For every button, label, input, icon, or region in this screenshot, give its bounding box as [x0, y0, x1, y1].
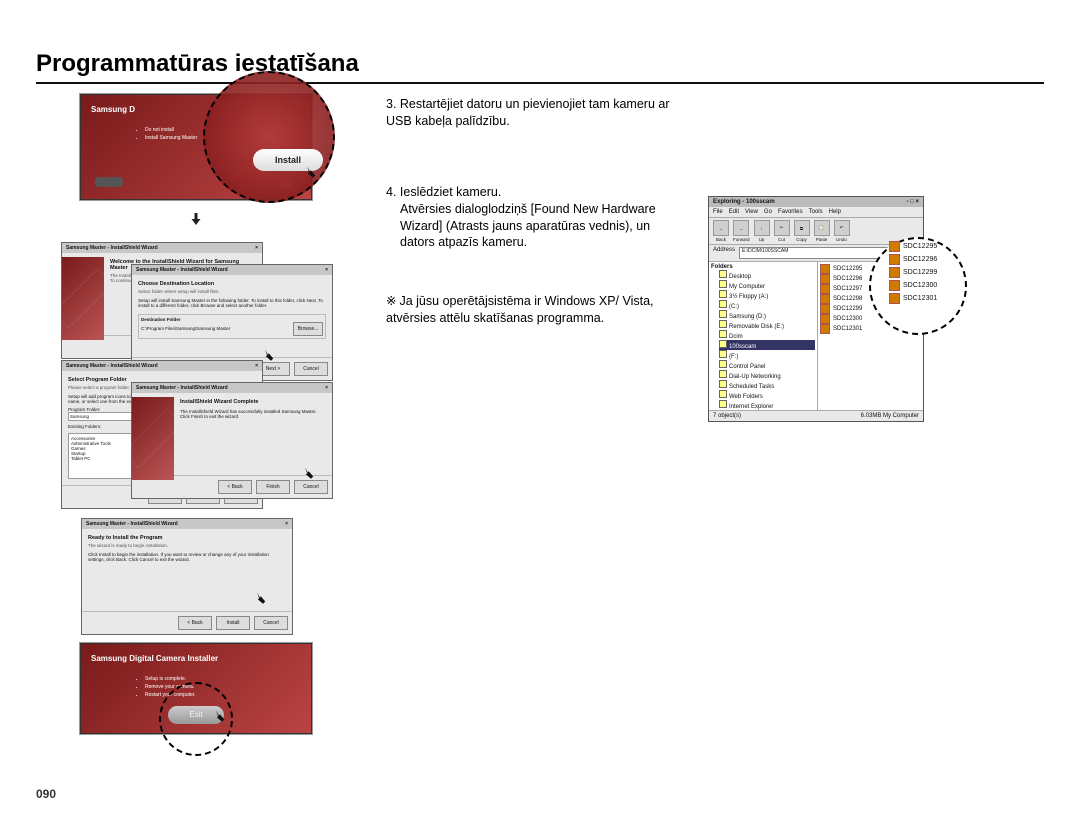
installer-option: Install Samsung Master: [145, 134, 197, 142]
installer-option: Do not install: [145, 126, 197, 134]
magnify-circle: SDC12295 SDC12296 SDC12299 SDC12300 SDC12301: [869, 237, 967, 335]
installer-brand: Samsung D: [91, 105, 135, 114]
tree-item[interactable]: (F:): [719, 350, 815, 360]
cursor-icon: [210, 709, 228, 727]
dest-folder-path: C:\Program Files\Samsung\Samsung Master: [141, 326, 230, 331]
dialog-body-text: The InstallShield Wizard has successfull…: [180, 409, 326, 419]
tree-item[interactable]: Web Folders: [719, 390, 815, 400]
cursor-icon: [251, 591, 269, 609]
screenshot-pair-folder-complete: Samsung Master - InstallShield Wizard × S…: [61, 360, 331, 476]
file-item-zoom: SDC12299: [889, 267, 965, 278]
browse-button[interactable]: Browse...: [293, 322, 323, 336]
toolbar-back-icon[interactable]: ←Back: [713, 220, 729, 242]
cursor-icon: [299, 466, 317, 484]
tree-item[interactable]: Samsung (D:): [719, 310, 815, 320]
tree-item[interactable]: 100sscam: [719, 340, 815, 350]
tree-item[interactable]: 3½ Floppy (A:): [719, 290, 815, 300]
toolbar-undo-icon[interactable]: ↶Undo: [834, 220, 850, 242]
dialog-side-graphic: [132, 397, 174, 480]
tree-item[interactable]: Control Panel: [719, 360, 815, 370]
menu-item[interactable]: Edit: [729, 209, 739, 215]
folder-tree[interactable]: Folders DesktopMy Computer3½ Floppy (A:)…: [709, 262, 818, 410]
magnify-circle: [203, 71, 335, 203]
dialog-title: Samsung Master - InstallShield Wizard: [136, 385, 228, 391]
address-label: Address: [713, 247, 735, 259]
status-left: 7 object(s): [713, 413, 741, 419]
explorer-menu: File Edit View Go Favorites Tools Help: [709, 207, 923, 218]
file-item-zoom: SDC12300: [889, 280, 965, 291]
tree-item[interactable]: Internet Explorer: [719, 400, 815, 410]
note-symbol: ※: [386, 293, 396, 310]
explorer-title: Exploring - 100sscam: [713, 199, 775, 205]
tree-item[interactable]: My Computer: [719, 280, 815, 290]
dialog-subtext: The wizard is ready to begin installatio…: [88, 543, 286, 548]
dialog-title: Samsung Master - InstallShield Wizard: [136, 267, 228, 273]
screenshot-pair-welcome-destination: Samsung Master - InstallShield Wizard× W…: [61, 242, 331, 358]
dialog-side-graphic: [62, 257, 104, 340]
screenshot-installer-menu: Samsung D Do not install Install Samsung…: [80, 94, 312, 200]
dialog-ready: Samsung Master - InstallShield Wizard × R…: [81, 518, 293, 635]
finish-button[interactable]: Finish: [256, 480, 290, 494]
step-3: 3. Restartējiet datoru un pievienojiet t…: [386, 96, 686, 130]
close-icon[interactable]: ×: [255, 363, 258, 369]
installer-options: Do not install Install Samsung Master: [97, 126, 197, 142]
dialog-heading: InstallShield Wizard Complete: [180, 399, 326, 405]
arrow-down-icon: [187, 208, 205, 234]
tree-item[interactable]: Scheduled Tasks: [719, 380, 815, 390]
toolbar-up-icon[interactable]: ↑Up: [754, 220, 770, 242]
menu-item[interactable]: Tools: [809, 209, 823, 215]
cancel-button[interactable]: Cancel: [254, 616, 288, 630]
install-button[interactable]: Install: [216, 616, 250, 630]
step-4: 4. Ieslēdziet kameru. Atvērsies dialoglo…: [386, 184, 686, 252]
back-button[interactable]: < Back: [178, 616, 212, 630]
dialog-body-text: Click Install to begin the installation.…: [88, 552, 286, 562]
file-item-zoom: SDC12301: [889, 293, 965, 304]
file-item-zoom: SDC12296: [889, 254, 965, 265]
dialog-subtext: Select folder where setup will install f…: [138, 289, 326, 294]
tree-item[interactable]: Desktop: [719, 270, 815, 280]
toolbar-copy-icon[interactable]: ⧉Copy: [794, 220, 810, 242]
tree-item[interactable]: Dcim: [719, 330, 815, 340]
toolbar-forward-icon[interactable]: →Forward: [733, 220, 750, 242]
dialog-heading: Ready to Install the Program: [88, 535, 286, 541]
toolbar-cut-icon[interactable]: ✂Cut: [774, 220, 790, 242]
note: ※Ja jūsu operētājsistēma ir Windows XP/ …: [386, 293, 686, 327]
file-item-zoom: SDC12295: [889, 241, 965, 252]
step-4-body: Atvērsies dialoglodziņš [Found New Hardw…: [400, 201, 686, 252]
close-icon[interactable]: ×: [325, 267, 328, 273]
dialog-heading: Choose Destination Location: [138, 281, 326, 287]
menu-item[interactable]: Go: [764, 209, 772, 215]
dialog-title: Samsung Master - InstallShield Wizard: [86, 521, 178, 527]
screenshot-installer-exit: Samsung Digital Camera Installer Setup i…: [80, 643, 312, 735]
cursor-icon: [301, 165, 319, 183]
close-icon[interactable]: ×: [325, 385, 328, 391]
dialog-title: Samsung Master - InstallShield Wizard: [66, 363, 158, 369]
status-right: 6.03MB My Computer: [861, 413, 919, 419]
menu-item[interactable]: View: [745, 209, 758, 215]
installer-brand: Samsung Digital Camera Installer: [91, 654, 218, 663]
title-rule: [36, 82, 1044, 84]
right-column: 3. Restartējiet datoru un pievienojiet t…: [386, 94, 1044, 734]
step-4-head: 4. Ieslēdziet kameru.: [386, 185, 501, 199]
tree-item[interactable]: Dial-Up Networking: [719, 370, 815, 380]
close-icon[interactable]: ×: [285, 521, 288, 527]
menu-item[interactable]: Favorites: [778, 209, 803, 215]
menu-item[interactable]: File: [713, 209, 723, 215]
screenshot-windows-explorer: Exploring - 100sscam - □ × File Edit Vie…: [708, 196, 924, 422]
install-thumb-button: [95, 177, 123, 187]
window-controls[interactable]: - □ ×: [907, 199, 919, 205]
close-icon[interactable]: ×: [255, 245, 258, 251]
tree-item[interactable]: (C:): [719, 300, 815, 310]
page-title: Programmatūras iestatīšana: [36, 50, 1044, 78]
dialog-body-text: Setup will install Samsung Master in the…: [138, 298, 326, 308]
screenshot-ready-install: Samsung Master - InstallShield Wizard × R…: [81, 518, 311, 601]
page-number: 090: [36, 787, 56, 801]
back-button[interactable]: < Back: [218, 480, 252, 494]
menu-item[interactable]: Help: [829, 209, 841, 215]
note-text: Ja jūsu operētājsistēma ir Windows XP/ V…: [386, 294, 654, 325]
left-column: Samsung D Do not install Install Samsung…: [36, 94, 356, 734]
dialog-title: Samsung Master - InstallShield Wizard: [66, 245, 158, 251]
toolbar-paste-icon[interactable]: 📋Paste: [814, 220, 830, 242]
tree-item[interactable]: Removable Disk (E:): [719, 320, 815, 330]
